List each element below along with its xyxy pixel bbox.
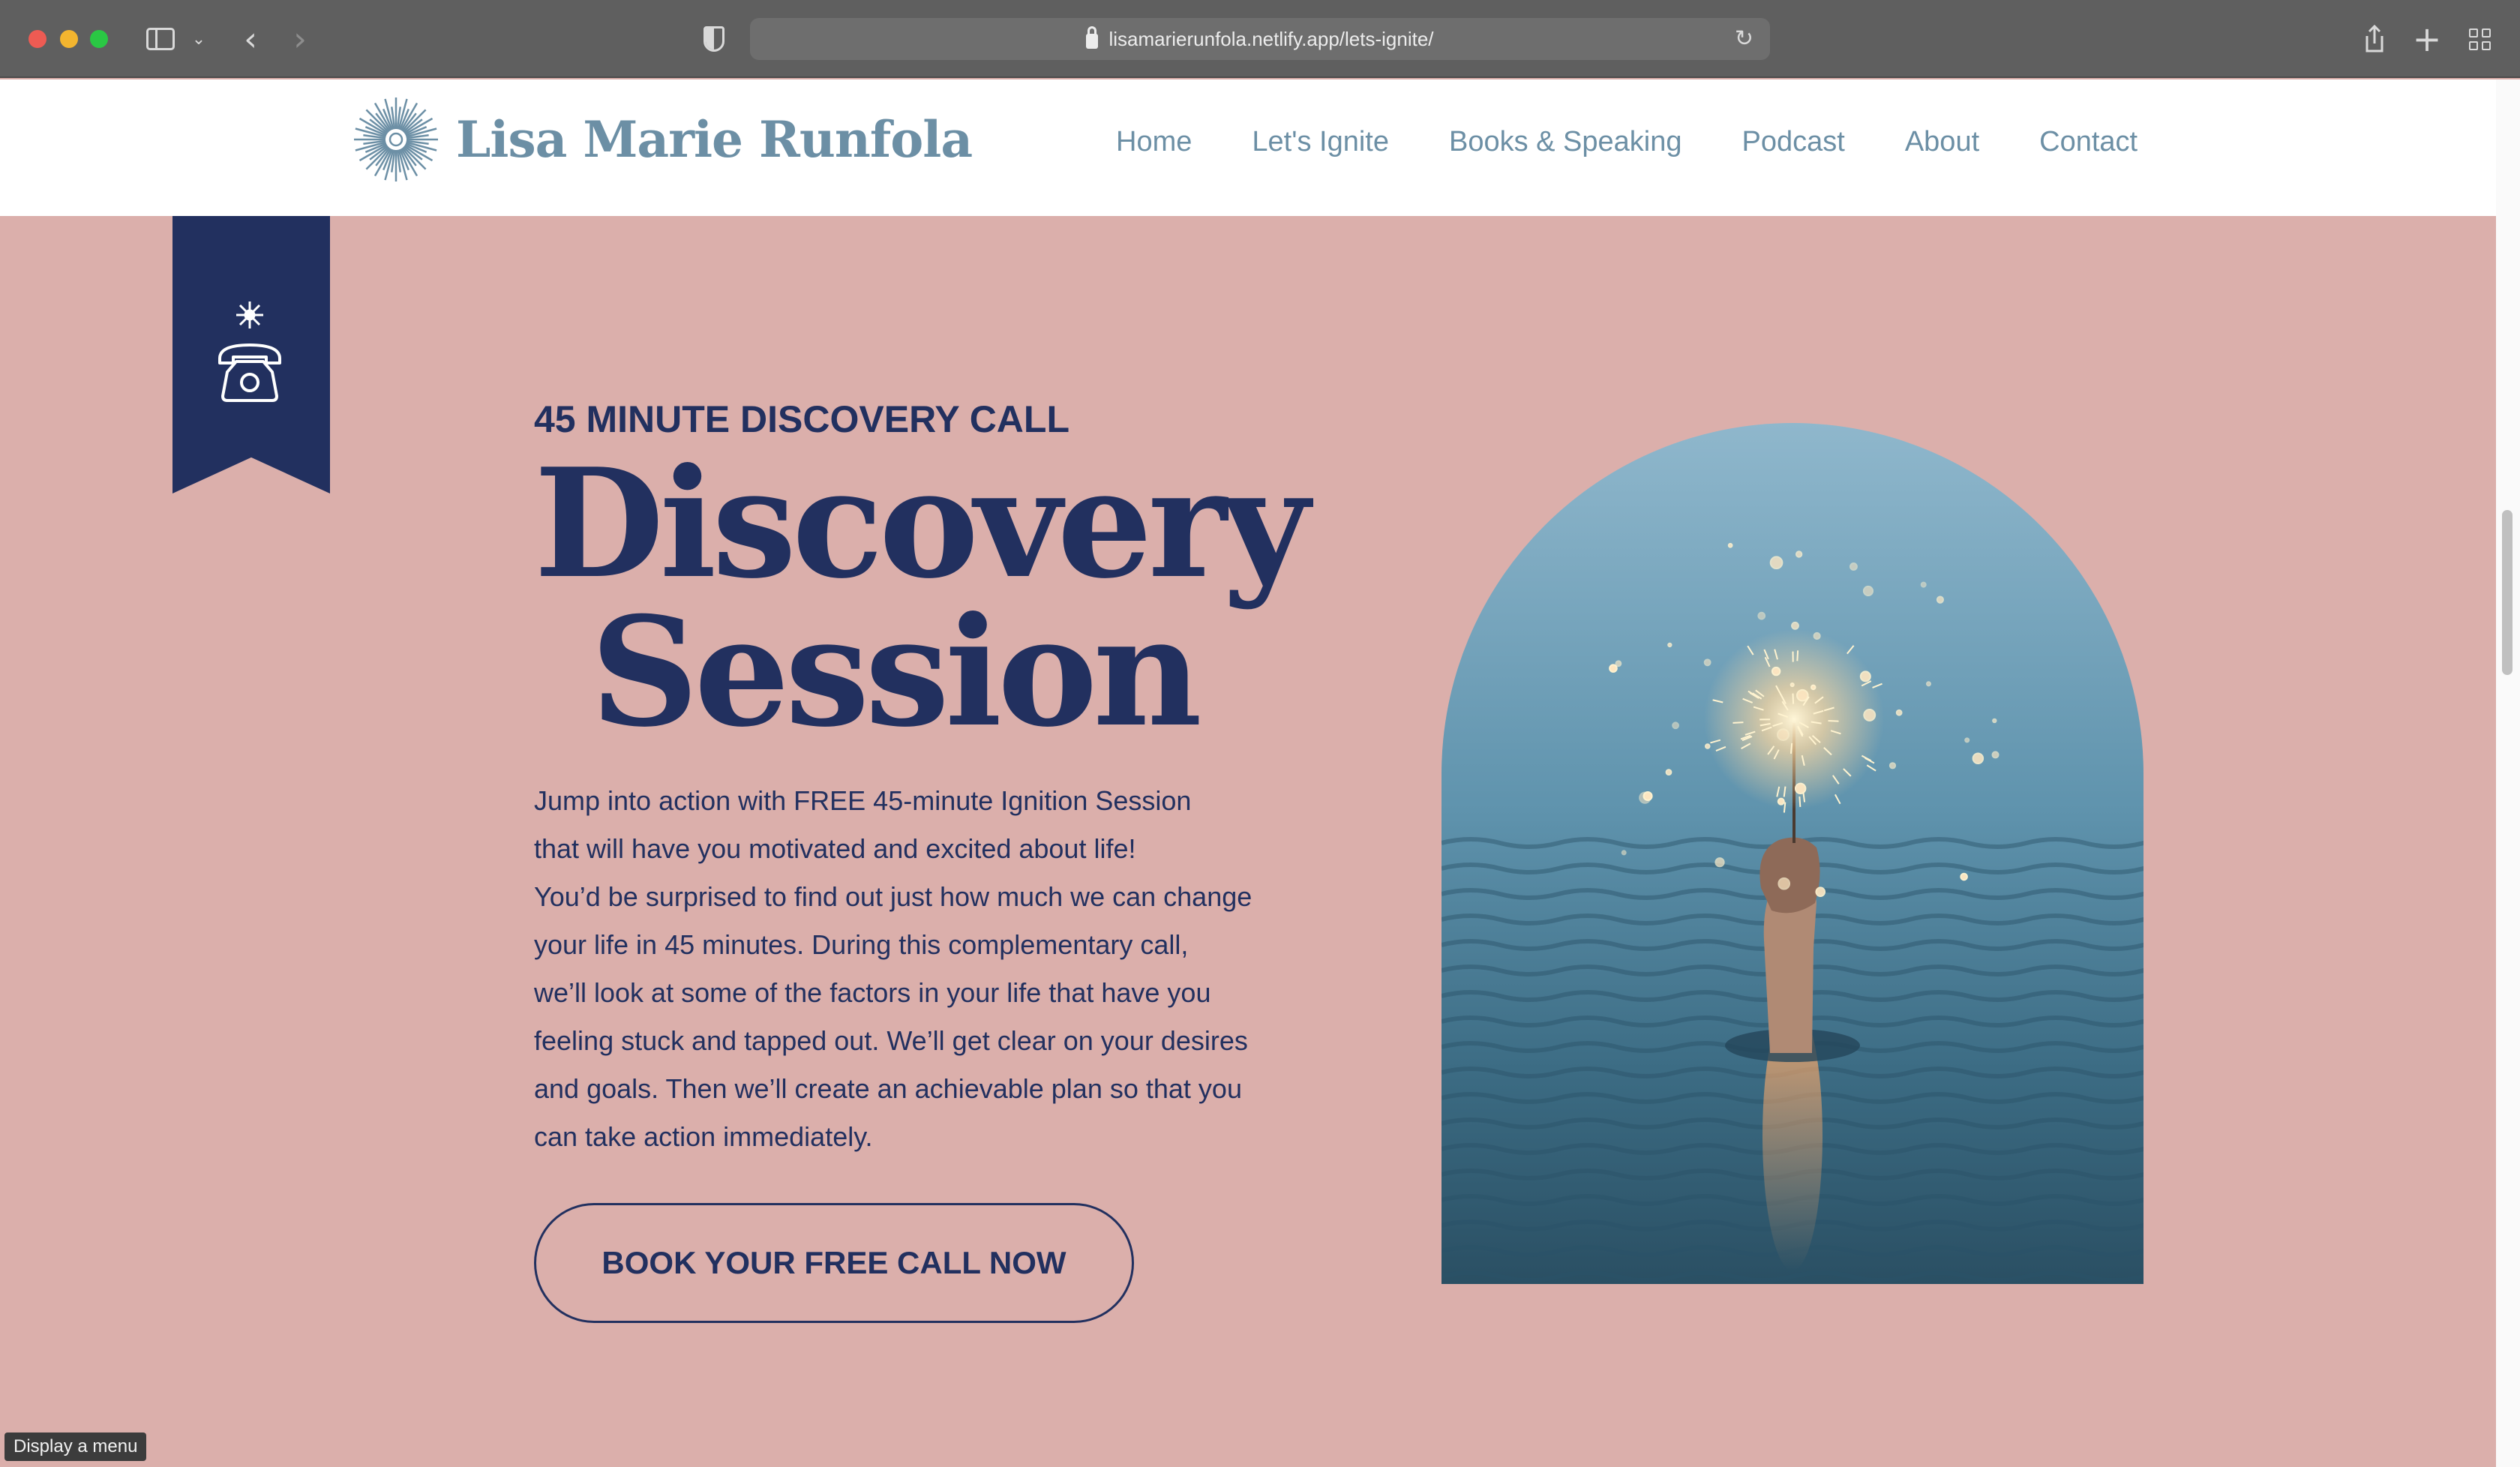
menu-tooltip: Display a menu: [4, 1432, 147, 1461]
reload-icon[interactable]: ↻: [1735, 26, 1754, 52]
minimize-window-button[interactable]: [60, 30, 78, 48]
site-logo[interactable]: Lisa Marie Runfola: [351, 94, 973, 184]
intro-text: Jump into action with FREE 45-minute Ign…: [534, 777, 1254, 1161]
site-header: Lisa Marie Runfola Home Let's Ignite Boo…: [0, 80, 2496, 216]
telephone-icon: [218, 302, 281, 402]
intro-line: Jump into action with FREE 45-minute Ign…: [534, 785, 1192, 816]
new-tab-icon[interactable]: +: [2410, 19, 2444, 59]
nav-podcast[interactable]: Podcast: [1742, 126, 1845, 158]
logo-text: Lisa Marie Runfola: [456, 110, 973, 169]
intro-line: that will have you motivated and excited…: [534, 833, 1136, 864]
scrollbar-thumb[interactable]: [2502, 510, 2512, 675]
sidebar-toggle-icon[interactable]: [144, 20, 177, 58]
main-nav: Home Let's Ignite Books & Speaking Podca…: [1116, 126, 2138, 158]
page-title: Discovery Session: [534, 449, 1310, 748]
sparkler-in-water-image: [1442, 423, 2144, 1284]
sunburst-logo-icon: [354, 98, 438, 182]
lock-icon: [1086, 26, 1099, 49]
title-line-2: Session: [590, 584, 1202, 760]
back-arrow-icon[interactable]: ‹: [236, 20, 266, 58]
nav-books-speaking[interactable]: Books & Speaking: [1449, 126, 1682, 158]
nav-contact[interactable]: Contact: [2039, 126, 2138, 158]
browser-toolbar: ⌄ ‹ › lisamarierunfola.netlify.app/lets-…: [0, 0, 2520, 78]
section-eyebrow: 45 MINUTE DISCOVERY CALL: [534, 398, 1070, 440]
bookmark-ribbon: [172, 216, 330, 494]
book-call-button[interactable]: BOOK YOUR FREE CALL NOW: [534, 1203, 1134, 1323]
share-icon[interactable]: [2358, 20, 2391, 58]
body-line: we’ll look at some of the factors in you…: [534, 977, 1211, 1008]
privacy-shield-icon[interactable]: [698, 20, 730, 58]
body-line: and goals. Then we’ll create an achievab…: [534, 1073, 1242, 1104]
url-text: lisamarierunfola.netlify.app/lets-ignite…: [1108, 27, 1434, 50]
nav-about[interactable]: About: [1905, 126, 1979, 158]
forward-arrow-icon[interactable]: ›: [285, 20, 315, 58]
nav-lets-ignite[interactable]: Let's Ignite: [1252, 126, 1389, 158]
chevron-down-icon[interactable]: ⌄: [188, 20, 210, 58]
nav-home[interactable]: Home: [1116, 126, 1192, 158]
address-bar[interactable]: lisamarierunfola.netlify.app/lets-ignite…: [750, 18, 1770, 60]
body-line: You’d be surprised to find out just how …: [534, 881, 1252, 912]
body-line: can take action immediately.: [534, 1121, 873, 1152]
zoom-window-button[interactable]: [90, 30, 108, 48]
tab-overview-icon[interactable]: [2463, 20, 2496, 58]
body-line: your life in 45 minutes. During this com…: [534, 929, 1189, 960]
page-scrollbar[interactable]: [2496, 80, 2520, 1467]
close-window-button[interactable]: [28, 30, 46, 48]
hero-photo: [1442, 423, 2144, 1284]
body-line: feeling stuck and tapped out. We’ll get …: [534, 1025, 1248, 1056]
